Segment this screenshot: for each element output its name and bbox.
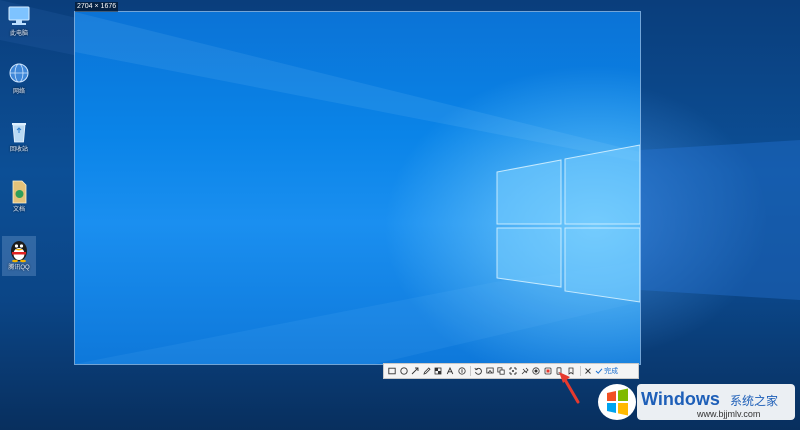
desktop-icon-qq[interactable]: 腾讯QQ (2, 236, 36, 276)
screen-record-icon (532, 367, 540, 375)
recycle-bin-icon (12, 123, 26, 143)
long-screenshot-button[interactable] (508, 365, 518, 377)
mosaic-icon (434, 367, 442, 375)
undo-button[interactable] (473, 365, 483, 377)
ellipse-tool-button[interactable] (399, 365, 409, 377)
arrow-icon (411, 367, 419, 375)
record-button[interactable] (520, 365, 530, 377)
text-tool-button[interactable] (445, 365, 455, 377)
desktop-icon-this-pc[interactable]: 此电脑 (2, 2, 36, 38)
watermark-brand: Windows (641, 389, 720, 409)
text-icon (446, 367, 454, 375)
undo-icon (474, 367, 482, 375)
qq-penguin-icon (11, 241, 27, 263)
number-marker-tool-button[interactable] (457, 365, 467, 377)
checkmark-icon (595, 368, 603, 374)
ocr-button[interactable] (543, 365, 553, 377)
done-button[interactable]: 完成 (595, 366, 618, 376)
windows-wallpaper-logo (75, 12, 640, 364)
windows-logo-watermark: Windows 系统之家 www.bjjmlv.com (598, 384, 795, 420)
ocr-icon (544, 367, 552, 375)
toolbar-divider (470, 366, 472, 376)
pencil-icon (423, 367, 431, 375)
watermark-brand-cn: 系统之家 (730, 393, 778, 408)
desktop-icon-documents[interactable]: 文档 (2, 178, 36, 214)
number-marker-icon (457, 367, 466, 375)
arrow-tool-button[interactable] (410, 365, 420, 377)
watermark-url: www.bjjmlv.com (696, 409, 760, 419)
site-watermark: Windows 系统之家 www.bjjmlv.com (597, 376, 797, 426)
rectangle-icon (388, 367, 396, 375)
pin-to-screen-icon (486, 367, 494, 374)
desktop-icon-label: 回收站 (9, 147, 28, 153)
desktop-icon-recycle-bin[interactable]: 回收站 (2, 118, 36, 154)
rectangle-tool-button[interactable] (387, 365, 397, 377)
desktop-icon-label: 腾讯QQ (8, 265, 30, 271)
long-screenshot-icon (509, 367, 517, 375)
pencil-tool-button[interactable] (422, 365, 432, 377)
desktop-icon-label: 文档 (12, 207, 25, 213)
desktop-icon-label: 此电脑 (9, 31, 28, 37)
done-label: 完成 (604, 368, 619, 375)
translate-button[interactable] (496, 365, 506, 377)
desktop-icon-network[interactable]: 网络 (2, 60, 36, 96)
bookmark-button[interactable] (583, 365, 593, 377)
network-icon (9, 63, 29, 83)
ellipse-icon (399, 367, 408, 375)
document-icon (12, 180, 27, 204)
screenshot-selection-area[interactable] (74, 11, 641, 365)
desktop: 此电脑 网络 回收站 文档 腾讯QQ 2704 × 1676 完成 Window… (0, 0, 800, 430)
screen-record-button[interactable] (531, 365, 541, 377)
desktop-icon-label: 网络 (12, 89, 25, 95)
mosaic-tool-button[interactable] (433, 365, 443, 377)
red-pointer-arrow (559, 372, 580, 404)
pin-to-screen-button[interactable] (485, 365, 495, 377)
computer-icon (8, 6, 30, 25)
capture-dimensions-label: 2704 × 1676 (75, 2, 119, 12)
bookmark-icon (584, 368, 591, 374)
record-icon (521, 367, 529, 375)
translate-icon (497, 367, 505, 375)
